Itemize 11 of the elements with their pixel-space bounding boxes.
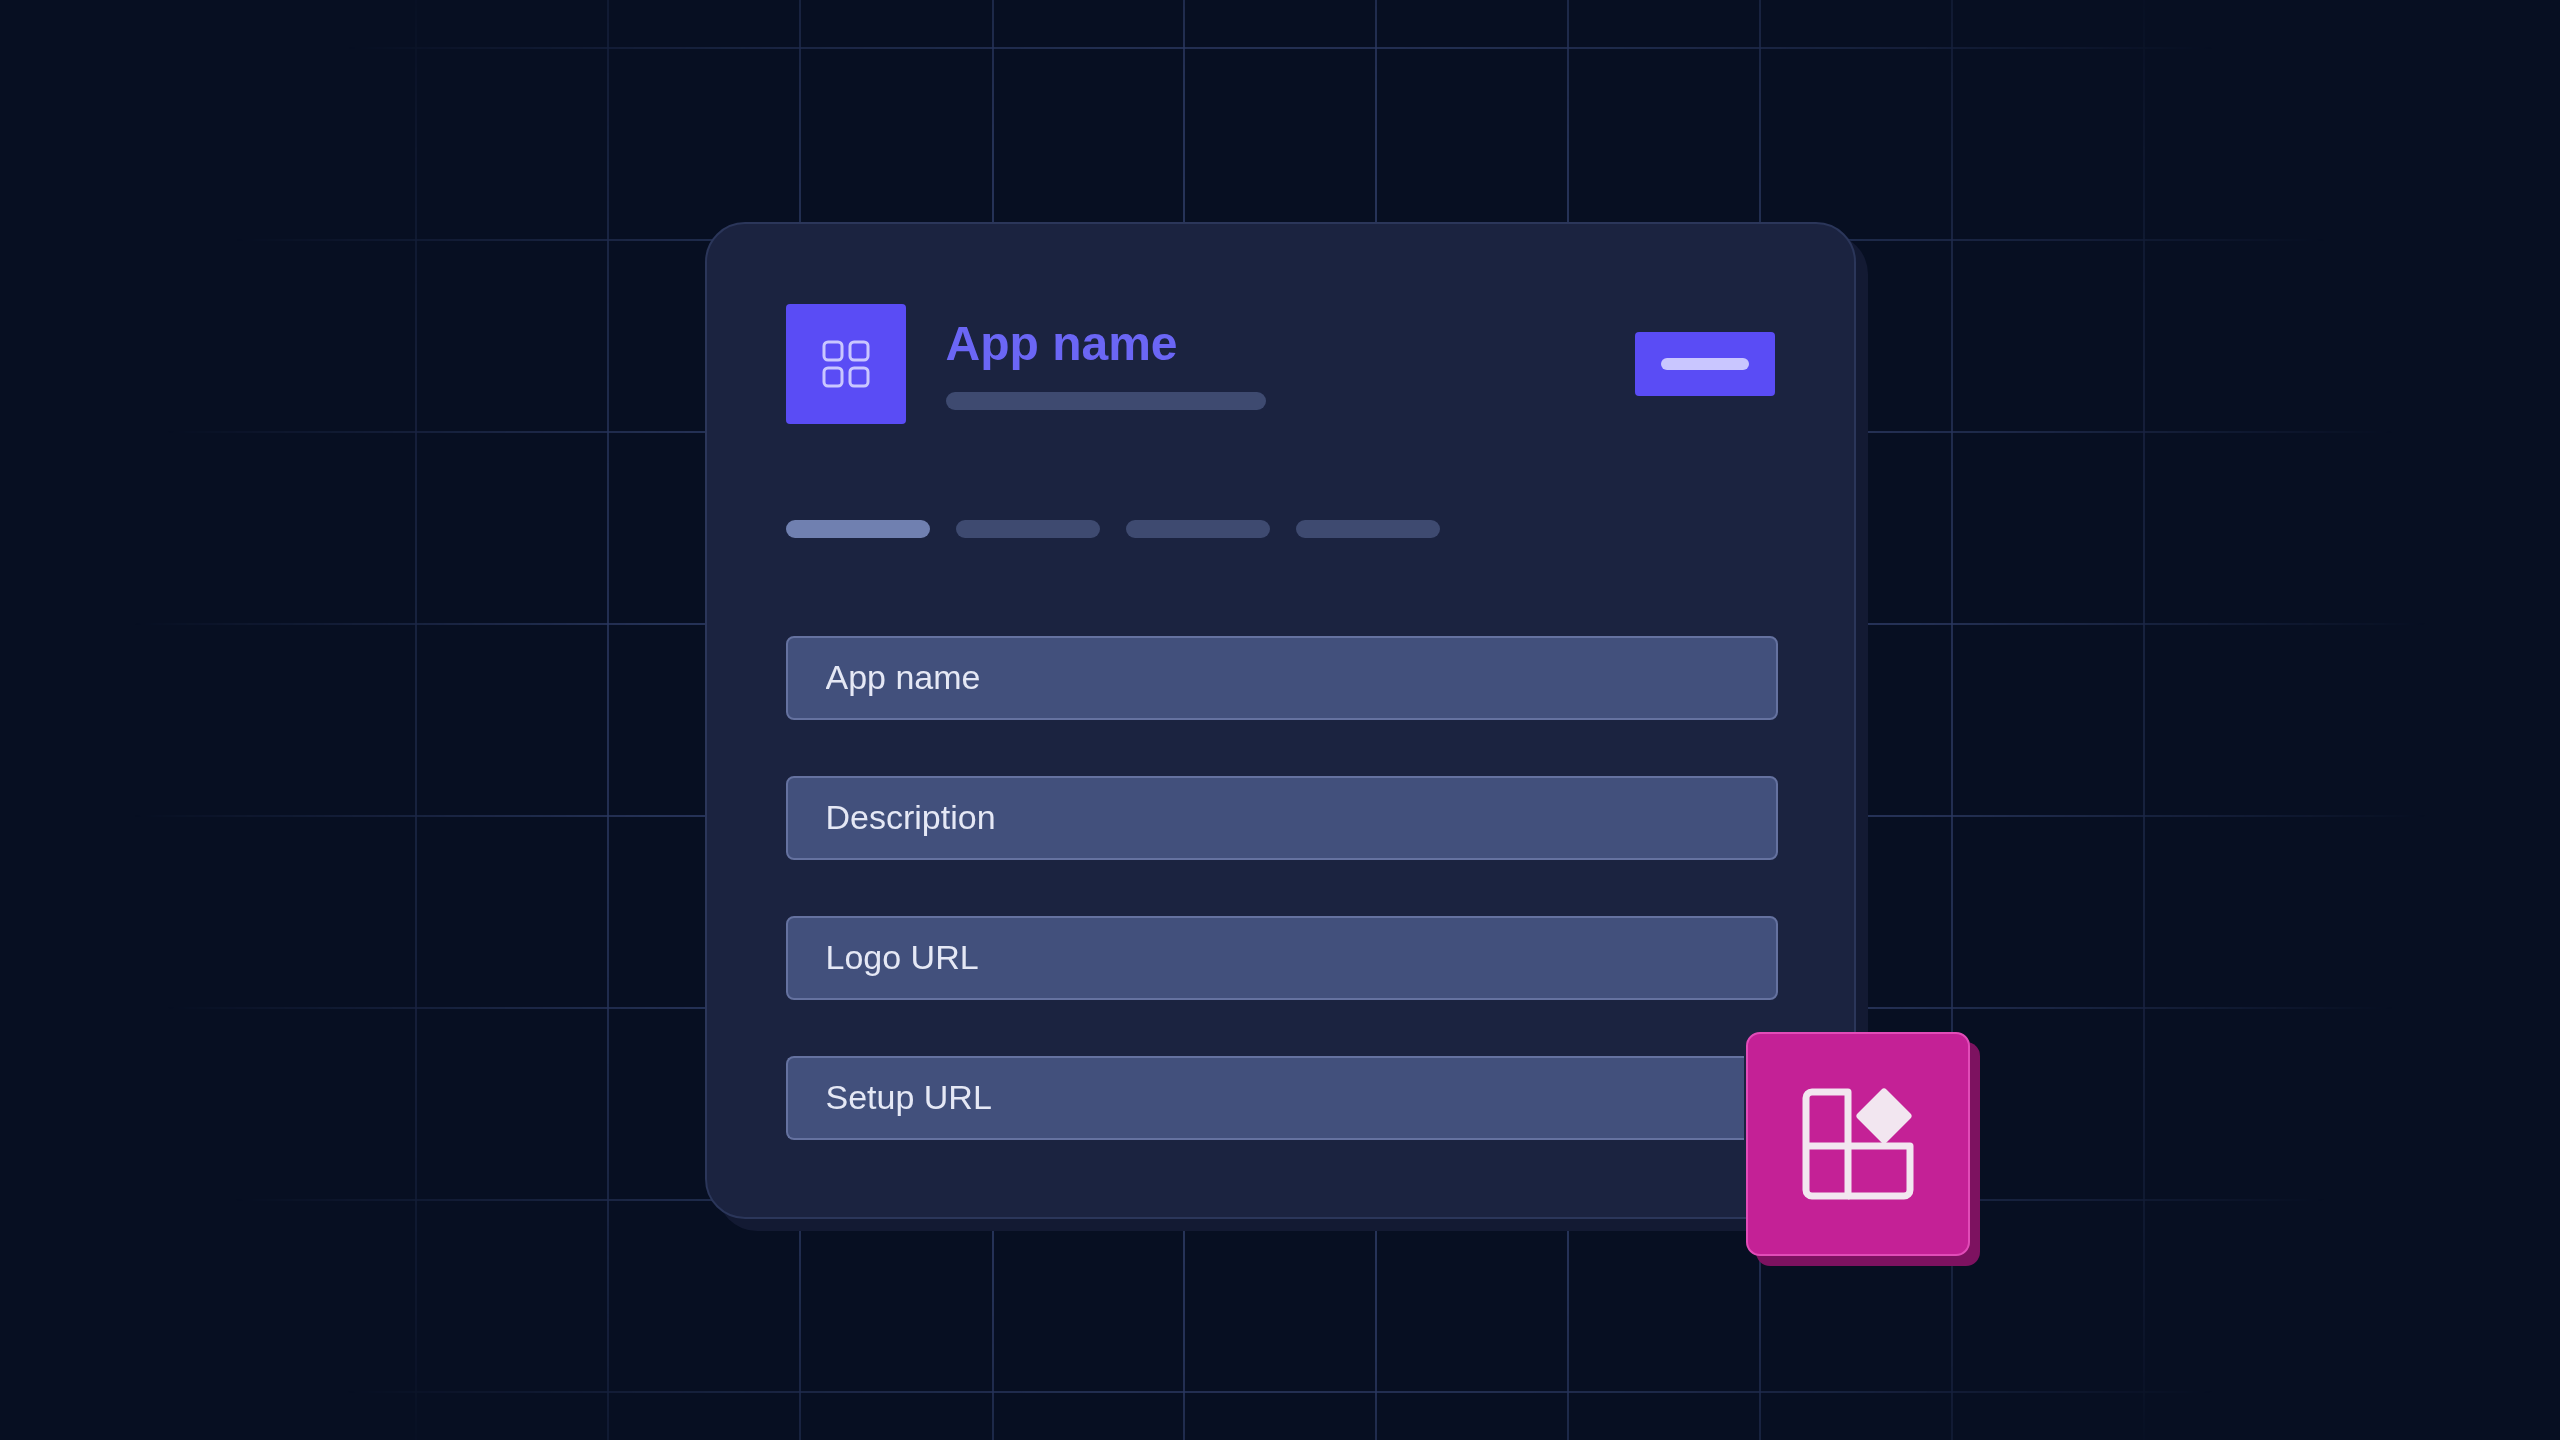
input-field[interactable]: Logo URL bbox=[785, 915, 1778, 1000]
input-field[interactable]: Setup URL bbox=[785, 1055, 1744, 1140]
tab[interactable] bbox=[1295, 519, 1440, 538]
input-field[interactable]: App name bbox=[785, 635, 1778, 720]
grid-icon bbox=[821, 339, 870, 388]
app-title: App name bbox=[945, 317, 1179, 370]
input-field[interactable]: Description bbox=[785, 775, 1778, 860]
tab[interactable] bbox=[785, 519, 930, 538]
tab[interactable] bbox=[1125, 519, 1270, 538]
action-button[interactable] bbox=[1634, 331, 1775, 396]
tab[interactable] bbox=[955, 519, 1100, 538]
